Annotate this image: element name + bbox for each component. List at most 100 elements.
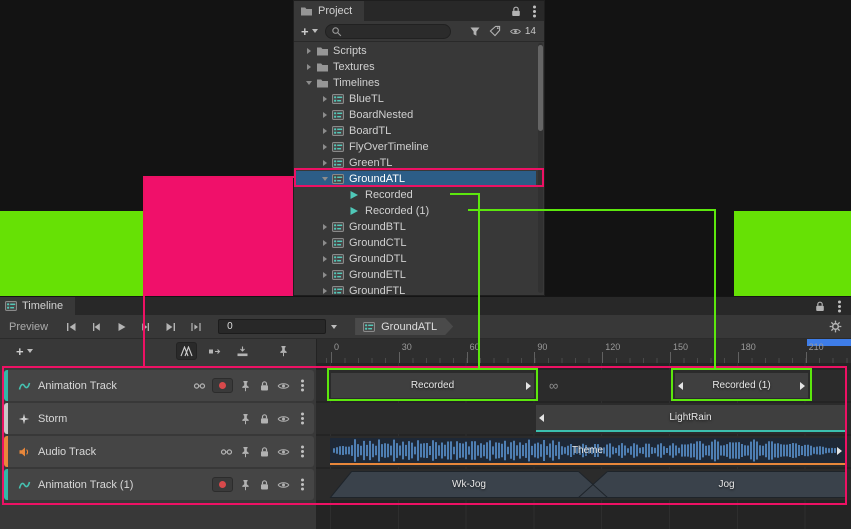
timeline-icon — [331, 237, 345, 250]
track-header-animation-track-1[interactable]: Animation Track (1) — [4, 469, 314, 500]
go-to-end-button[interactable] — [164, 320, 178, 334]
disclosure-down-icon[interactable] — [303, 75, 315, 91]
ripple-mode-button[interactable] — [204, 342, 225, 360]
scrollbar-thumb[interactable] — [538, 45, 543, 131]
play-button[interactable] — [114, 320, 128, 334]
play-range-button[interactable] — [189, 320, 203, 334]
disclosure-right-icon[interactable] — [319, 235, 331, 251]
project-scrollbar[interactable] — [538, 43, 543, 293]
binding-icon[interactable] — [220, 445, 233, 459]
mix-mode-button[interactable] — [176, 342, 197, 360]
lock-icon[interactable] — [815, 301, 825, 312]
project-tree-item-groundctl[interactable]: GroundCTL — [295, 235, 536, 251]
pin-icon[interactable] — [239, 445, 252, 459]
search-input[interactable] — [345, 25, 445, 38]
project-tree-item-boardtl[interactable]: BoardTL — [295, 123, 536, 139]
clip-theme-audio[interactable]: Theme — [330, 438, 845, 465]
marker-pin-icon[interactable] — [273, 342, 294, 360]
eye-icon[interactable] — [277, 478, 290, 492]
project-tree-item-timelines[interactable]: Timelines — [295, 75, 536, 91]
frame-field[interactable] — [218, 319, 326, 334]
disclosure-right-icon[interactable] — [303, 59, 315, 75]
filter-by-label-icon[interactable] — [489, 25, 501, 37]
project-tree-item-recorded[interactable]: Recorded — [295, 187, 536, 203]
disclosure-right-icon[interactable] — [319, 283, 331, 294]
infinite-clip-symbol: ∞ — [549, 372, 558, 399]
track-header-audio-track[interactable]: Audio Track — [4, 436, 314, 467]
disclosure-right-icon[interactable] — [319, 155, 331, 171]
kebab-menu-icon[interactable] — [296, 379, 309, 393]
clip-left-handle-icon[interactable] — [678, 382, 683, 390]
kebab-menu-icon[interactable] — [296, 412, 309, 426]
frame-number-input[interactable] — [225, 320, 319, 333]
lock-icon[interactable] — [258, 412, 271, 426]
replace-mode-button[interactable] — [232, 342, 253, 360]
pin-icon[interactable] — [239, 412, 252, 426]
disclosure-right-icon[interactable] — [319, 139, 331, 155]
track-content: Recorded ∞ Recorded (1) LightRain Theme — [316, 363, 851, 529]
next-frame-button[interactable] — [139, 320, 153, 334]
breadcrumb-groundatl[interactable]: GroundATL — [355, 318, 453, 335]
add-track-button[interactable]: + — [16, 344, 33, 359]
eye-icon[interactable] — [277, 412, 290, 426]
time-ruler[interactable]: 0306090120150180210 — [316, 339, 851, 363]
frame-field-dropdown-icon[interactable] — [331, 325, 337, 329]
project-tree-item-groundbtl[interactable]: GroundBTL — [295, 219, 536, 235]
project-tree-item-textures[interactable]: Textures — [295, 59, 536, 75]
track-header-storm[interactable]: Storm — [4, 403, 314, 434]
project-tree-item-greentl[interactable]: GreenTL — [295, 155, 536, 171]
disclosure-right-icon[interactable] — [319, 267, 331, 283]
project-tree-item-groundatl[interactable]: GroundATL — [295, 171, 536, 187]
record-button[interactable] — [212, 477, 233, 492]
binding-icon[interactable] — [193, 379, 206, 393]
disclosure-right-icon[interactable] — [319, 123, 331, 139]
disclosure-right-icon[interactable] — [319, 251, 331, 267]
disclosure-right-icon[interactable] — [303, 43, 315, 59]
eye-icon[interactable] — [277, 445, 290, 459]
preview-toggle[interactable]: Preview — [9, 321, 48, 333]
clip-recorded-1[interactable]: Recorded (1) — [674, 372, 809, 399]
project-tree-item-flyovertimeline[interactable]: FlyOverTimeline — [295, 139, 536, 155]
filter-by-type-icon[interactable] — [469, 26, 481, 37]
lock-icon[interactable] — [258, 445, 271, 459]
track-header-animation-track[interactable]: Animation Track — [4, 370, 314, 401]
clip-right-handle-icon[interactable] — [800, 382, 805, 390]
hidden-packages-toggle[interactable]: 14 — [509, 26, 536, 37]
lock-icon[interactable] — [258, 478, 271, 492]
disclosure-right-icon[interactable] — [319, 219, 331, 235]
lock-icon[interactable] — [258, 379, 271, 393]
project-tree-item-grounddtl[interactable]: GroundDTL — [295, 251, 536, 267]
gear-icon[interactable] — [829, 320, 842, 333]
tab-timeline[interactable]: Timeline — [0, 297, 75, 315]
kebab-menu-icon[interactable] — [529, 4, 539, 18]
project-tree-item-scripts[interactable]: Scripts — [295, 43, 536, 59]
kebab-menu-icon[interactable] — [296, 445, 309, 459]
create-asset-button[interactable]: + — [299, 24, 320, 39]
clip-recorded[interactable]: Recorded — [330, 372, 535, 399]
pin-icon[interactable] — [239, 379, 252, 393]
clip-right-handle-icon[interactable] — [837, 447, 842, 455]
pin-icon[interactable] — [239, 478, 252, 492]
track-headers: Animation TrackStormAudio TrackAnimation… — [0, 363, 316, 529]
clip-right-handle-icon[interactable] — [526, 382, 531, 390]
previous-frame-button[interactable] — [89, 320, 103, 334]
project-tree-item-recorded-1[interactable]: Recorded (1) — [295, 203, 536, 219]
search-field[interactable] — [325, 24, 451, 39]
clip-left-handle-icon[interactable] — [539, 414, 544, 422]
project-tree-item-boardnested[interactable]: BoardNested — [295, 107, 536, 123]
project-tree-item-bluetl[interactable]: BlueTL — [295, 91, 536, 107]
lock-icon[interactable] — [511, 6, 521, 17]
project-tree-item-groundftl[interactable]: GroundFTL — [295, 283, 536, 294]
tab-project[interactable]: Project — [294, 1, 364, 21]
clip-label: Recorded — [411, 380, 454, 391]
disclosure-right-icon[interactable] — [319, 107, 331, 123]
kebab-menu-icon[interactable] — [834, 299, 844, 313]
eye-icon[interactable] — [277, 379, 290, 393]
project-tree-item-groundetl[interactable]: GroundETL — [295, 267, 536, 283]
clip-lightrain[interactable]: LightRain — [536, 405, 845, 432]
disclosure-right-icon[interactable] — [319, 91, 331, 107]
record-button[interactable] — [212, 378, 233, 393]
disclosure-down-icon[interactable] — [319, 171, 331, 187]
kebab-menu-icon[interactable] — [296, 478, 309, 492]
go-to-start-button[interactable] — [64, 320, 78, 334]
